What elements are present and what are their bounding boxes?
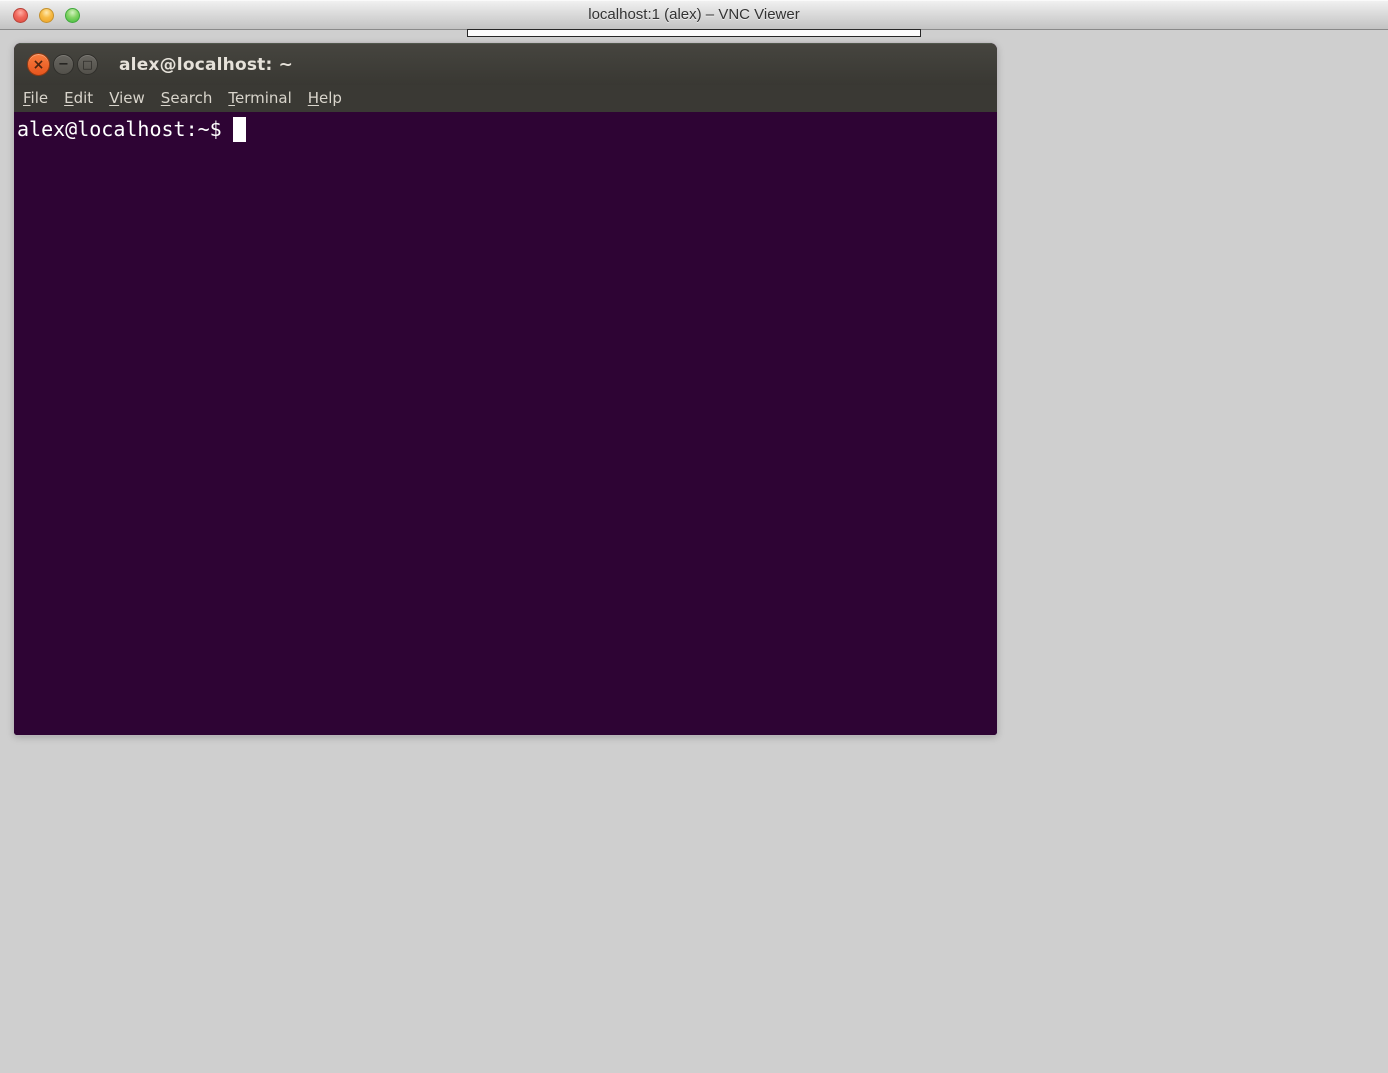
shell-prompt: alex@localhost:~$: [17, 116, 222, 142]
terminal-maximize-button[interactable]: □: [77, 54, 98, 75]
prompt-line: alex@localhost:~$: [17, 116, 994, 142]
menu-item-file[interactable]: File: [15, 85, 56, 112]
terminal-menubar: FileEditViewSearchTerminalHelp: [14, 85, 997, 112]
vnc-titlebar: localhost:1 (alex) – VNC Viewer: [0, 0, 1388, 30]
menu-item-edit[interactable]: Edit: [56, 85, 101, 112]
vnc-toolbar-handle[interactable]: [467, 29, 921, 37]
terminal-titlebar[interactable]: × − □ alex@localhost: ~: [14, 43, 997, 85]
menu-item-search[interactable]: Search: [153, 85, 221, 112]
maximize-icon: □: [82, 59, 92, 70]
terminal-window-buttons: × − □: [27, 53, 98, 76]
menu-item-view[interactable]: View: [101, 85, 153, 112]
vnc-window-title: localhost:1 (alex) – VNC Viewer: [0, 0, 1388, 30]
vnc-close-button[interactable]: [13, 8, 28, 23]
traffic-lights: [13, 8, 80, 23]
terminal-title: alex@localhost: ~: [119, 55, 293, 75]
menu-item-help[interactable]: Help: [300, 85, 350, 112]
vnc-minimize-button[interactable]: [39, 8, 54, 23]
menu-item-terminal[interactable]: Terminal: [220, 85, 299, 112]
terminal-screen[interactable]: alex@localhost:~$: [14, 112, 997, 735]
vnc-zoom-button[interactable]: [65, 8, 80, 23]
terminal-window: × − □ alex@localhost: ~ FileEditViewSear…: [14, 43, 997, 735]
terminal-close-button[interactable]: ×: [27, 53, 50, 76]
terminal-minimize-button[interactable]: −: [53, 54, 74, 75]
minimize-icon: −: [58, 58, 69, 71]
terminal-cursor: [233, 117, 246, 142]
close-icon: ×: [33, 58, 45, 72]
